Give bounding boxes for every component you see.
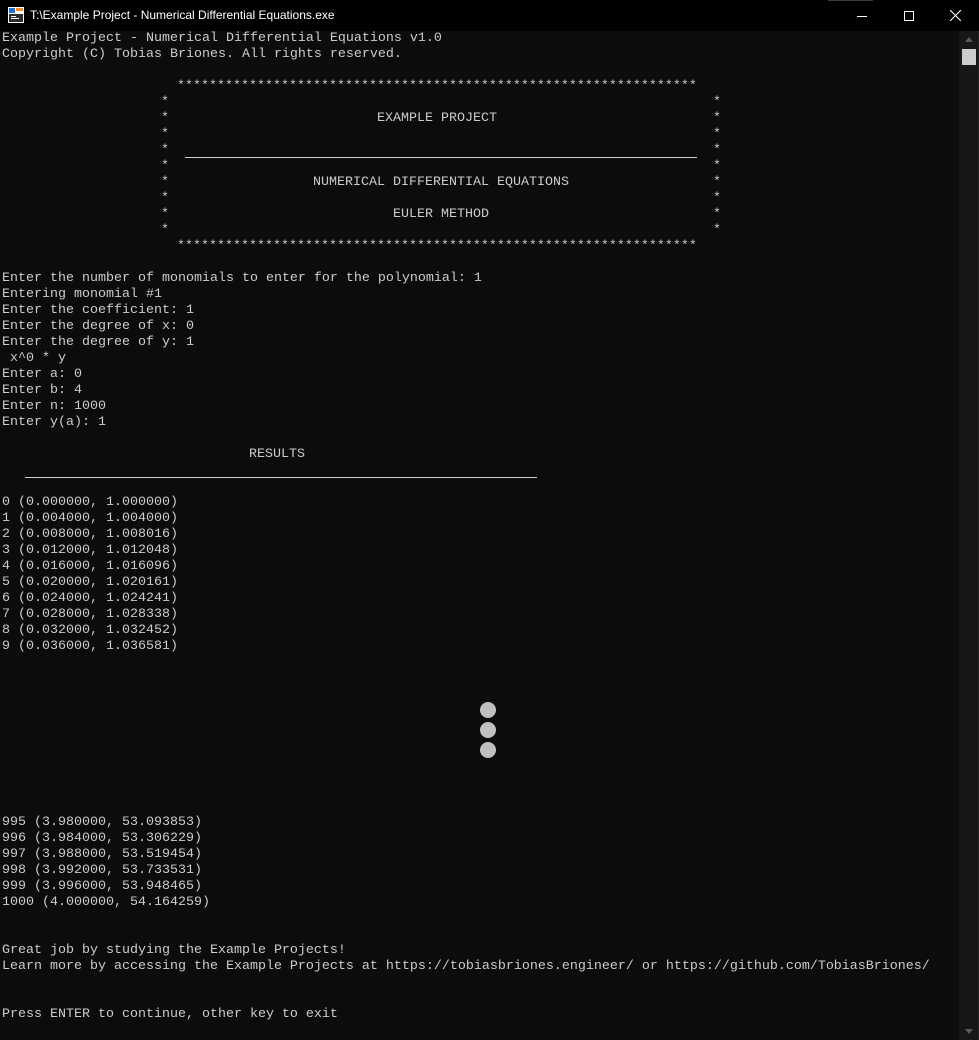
- banner-right-border: *: [713, 175, 721, 190]
- banner-right-border: *: [713, 127, 721, 142]
- result-row: 0 (0.000000, 1.000000): [2, 495, 178, 510]
- congrats-line: Great job by studying the Example Projec…: [2, 943, 346, 958]
- scroll-up-icon: [965, 37, 973, 42]
- banner-right-border: *: [713, 207, 721, 222]
- learn-more-line: Learn more by accessing the Example Proj…: [2, 959, 930, 974]
- banner-right-border: *: [713, 159, 721, 174]
- result-row: 5 (0.020000, 1.020161): [2, 575, 178, 590]
- banner-right-border: *: [713, 95, 721, 110]
- banner-left-border: *: [161, 95, 169, 110]
- minimize-icon: [857, 15, 867, 17]
- prompt-coefficient: Enter the coefficient: 1: [2, 303, 194, 318]
- banner-divider: [185, 157, 697, 158]
- ellipsis-dot: [480, 742, 496, 758]
- banner-right-border: *: [713, 143, 721, 158]
- banner-left-border: *: [161, 159, 169, 174]
- console-output[interactable]: Example Project - Numerical Differential…: [1, 31, 959, 1040]
- prompt-n: Enter n: 1000: [2, 399, 106, 414]
- banner-left-border: *: [161, 223, 169, 238]
- result-row: 1 (0.004000, 1.004000): [2, 511, 178, 526]
- scrollbar-thumb[interactable]: [962, 49, 976, 65]
- scroll-down-button[interactable]: [959, 1023, 979, 1040]
- maximize-button[interactable]: [886, 0, 932, 31]
- prompt-a: Enter a: 0: [2, 367, 82, 382]
- scroll-down-icon: [965, 1029, 973, 1034]
- result-row: 997 (3.988000, 53.519454): [2, 847, 202, 862]
- banner-project-title: EXAMPLE PROJECT: [377, 111, 497, 126]
- ellipsis-dot: [480, 702, 496, 718]
- minimize-button[interactable]: [839, 0, 885, 31]
- press-enter-prompt: Press ENTER to continue, other key to ex…: [2, 1007, 338, 1022]
- app-version-line: Example Project - Numerical Differential…: [2, 31, 442, 46]
- result-row: 7 (0.028000, 1.028338): [2, 607, 178, 622]
- results-divider: [25, 477, 537, 478]
- result-row: 995 (3.980000, 53.093853): [2, 815, 202, 830]
- banner-right-border: *: [713, 223, 721, 238]
- prompt-degree-y: Enter the degree of y: 1: [2, 335, 194, 350]
- banner-left-border: *: [161, 207, 169, 222]
- banner-left-border: *: [161, 127, 169, 142]
- result-row: 9 (0.036000, 1.036581): [2, 639, 178, 654]
- banner-left-border: *: [161, 143, 169, 158]
- result-row: 2 (0.008000, 1.008016): [2, 527, 178, 542]
- close-icon: [949, 10, 961, 21]
- close-button[interactable]: [932, 0, 978, 31]
- vertical-scrollbar[interactable]: [959, 31, 979, 1040]
- banner-bottom-border: ****************************************…: [177, 239, 697, 254]
- banner-right-border: *: [713, 111, 721, 126]
- window-title: T:\Example Project - Numerical Different…: [30, 8, 335, 22]
- prompt-ya: Enter y(a): 1: [2, 415, 106, 430]
- prompt-entering: Entering monomial #1: [2, 287, 162, 302]
- title-bar: T:\Example Project - Numerical Different…: [0, 0, 979, 31]
- copyright-line: Copyright (C) Tobias Briones. All rights…: [2, 47, 402, 62]
- banner-left-border: *: [161, 191, 169, 206]
- banner-method: EULER METHOD: [393, 207, 489, 222]
- prompt-monomials: Enter the number of monomials to enter f…: [2, 271, 482, 286]
- prompt-b: Enter b: 4: [2, 383, 82, 398]
- result-row: 999 (3.996000, 53.948465): [2, 879, 202, 894]
- banner-top-border: ****************************************…: [177, 79, 697, 94]
- ellipsis-dot: [480, 722, 496, 738]
- prompt-degree-x: Enter the degree of x: 0: [2, 319, 194, 334]
- banner-left-border: *: [161, 175, 169, 190]
- results-title: RESULTS: [249, 447, 305, 462]
- polynomial-display: x^0 * y: [2, 351, 66, 366]
- result-row: 1000 (4.000000, 54.164259): [2, 895, 210, 910]
- banner-right-border: *: [713, 191, 721, 206]
- result-row: 996 (3.984000, 53.306229): [2, 831, 202, 846]
- result-row: 998 (3.992000, 53.733531): [2, 863, 202, 878]
- banner-left-border: *: [161, 111, 169, 126]
- maximize-icon: [904, 10, 914, 21]
- result-row: 3 (0.012000, 1.012048): [2, 543, 178, 558]
- result-row: 8 (0.032000, 1.032452): [2, 623, 178, 638]
- result-row: 6 (0.024000, 1.024241): [2, 591, 178, 606]
- result-row: 4 (0.016000, 1.016096): [2, 559, 178, 574]
- scroll-up-button[interactable]: [959, 31, 979, 48]
- banner-subject: NUMERICAL DIFFERENTIAL EQUATIONS: [313, 175, 569, 190]
- console-app-icon: [8, 7, 24, 23]
